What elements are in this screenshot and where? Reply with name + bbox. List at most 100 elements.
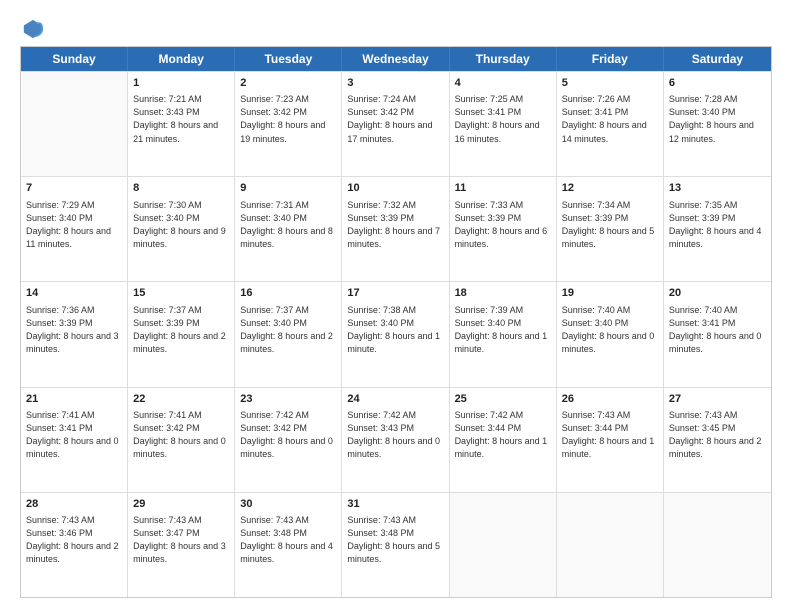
empty-cell	[664, 493, 771, 597]
empty-cell	[450, 493, 557, 597]
day-number: 19	[562, 286, 658, 301]
day-info: Sunrise: 7:24 AMSunset: 3:42 PMDaylight:…	[347, 93, 443, 145]
day-info: Sunrise: 7:43 AMSunset: 3:48 PMDaylight:…	[347, 514, 443, 566]
header-day-tuesday: Tuesday	[235, 47, 342, 71]
day-info: Sunrise: 7:42 AMSunset: 3:44 PMDaylight:…	[455, 409, 551, 461]
day-info: Sunrise: 7:36 AMSunset: 3:39 PMDaylight:…	[26, 304, 122, 356]
day-info: Sunrise: 7:31 AMSunset: 3:40 PMDaylight:…	[240, 199, 336, 251]
day-number: 31	[347, 497, 443, 512]
day-cell-31: 31 Sunrise: 7:43 AMSunset: 3:48 PMDayligh…	[342, 493, 449, 597]
day-info: Sunrise: 7:37 AMSunset: 3:40 PMDaylight:…	[240, 304, 336, 356]
calendar-row-3: 14 Sunrise: 7:36 AMSunset: 3:39 PMDayligh…	[21, 281, 771, 386]
day-number: 13	[669, 181, 766, 196]
day-cell-18: 18 Sunrise: 7:39 AMSunset: 3:40 PMDayligh…	[450, 282, 557, 386]
day-info: Sunrise: 7:21 AMSunset: 3:43 PMDaylight:…	[133, 93, 229, 145]
day-cell-3: 3 Sunrise: 7:24 AMSunset: 3:42 PMDaylight…	[342, 72, 449, 176]
day-cell-9: 9 Sunrise: 7:31 AMSunset: 3:40 PMDaylight…	[235, 177, 342, 281]
day-cell-5: 5 Sunrise: 7:26 AMSunset: 3:41 PMDaylight…	[557, 72, 664, 176]
day-cell-25: 25 Sunrise: 7:42 AMSunset: 3:44 PMDayligh…	[450, 388, 557, 492]
day-info: Sunrise: 7:43 AMSunset: 3:46 PMDaylight:…	[26, 514, 122, 566]
day-info: Sunrise: 7:23 AMSunset: 3:42 PMDaylight:…	[240, 93, 336, 145]
day-number: 12	[562, 181, 658, 196]
day-cell-21: 21 Sunrise: 7:41 AMSunset: 3:41 PMDayligh…	[21, 388, 128, 492]
calendar-row-1: 1Sunrise: 7:21 AMSunset: 3:43 PMDaylight…	[21, 71, 771, 176]
day-cell-27: 27 Sunrise: 7:43 AMSunset: 3:45 PMDayligh…	[664, 388, 771, 492]
header-day-friday: Friday	[557, 47, 664, 71]
day-cell-10: 10Sunrise: 7:32 AMSunset: 3:39 PMDayligh…	[342, 177, 449, 281]
day-info: Sunrise: 7:25 AMSunset: 3:41 PMDaylight:…	[455, 93, 551, 145]
header-day-wednesday: Wednesday	[342, 47, 449, 71]
header-day-thursday: Thursday	[450, 47, 557, 71]
day-info: Sunrise: 7:29 AMSunset: 3:40 PMDaylight:…	[26, 199, 122, 251]
day-info: Sunrise: 7:43 AMSunset: 3:48 PMDaylight:…	[240, 514, 336, 566]
day-cell-12: 12Sunrise: 7:34 AMSunset: 3:39 PMDayligh…	[557, 177, 664, 281]
day-info: Sunrise: 7:40 AMSunset: 3:40 PMDaylight:…	[562, 304, 658, 356]
day-number: 25	[455, 392, 551, 407]
day-number: 10	[347, 181, 443, 196]
calendar-row-5: 28 Sunrise: 7:43 AMSunset: 3:46 PMDayligh…	[21, 492, 771, 597]
day-cell-23: 23 Sunrise: 7:42 AMSunset: 3:42 PMDayligh…	[235, 388, 342, 492]
day-info: Sunrise: 7:39 AMSunset: 3:40 PMDaylight:…	[455, 304, 551, 356]
day-number: 6	[669, 76, 766, 91]
day-info: Sunrise: 7:42 AMSunset: 3:43 PMDaylight:…	[347, 409, 443, 461]
empty-cell	[21, 72, 128, 176]
day-info: Sunrise: 7:43 AMSunset: 3:47 PMDaylight:…	[133, 514, 229, 566]
header-day-monday: Monday	[128, 47, 235, 71]
day-number: 14	[26, 286, 122, 301]
day-cell-24: 24 Sunrise: 7:42 AMSunset: 3:43 PMDayligh…	[342, 388, 449, 492]
day-number: 18	[455, 286, 551, 301]
day-number: 27	[669, 392, 766, 407]
calendar: SundayMondayTuesdayWednesdayThursdayFrid…	[20, 46, 772, 598]
calendar-header: SundayMondayTuesdayWednesdayThursdayFrid…	[21, 47, 771, 71]
day-info: Sunrise: 7:41 AMSunset: 3:42 PMDaylight:…	[133, 409, 229, 461]
day-info: Sunrise: 7:40 AMSunset: 3:41 PMDaylight:…	[669, 304, 766, 356]
day-number: 16	[240, 286, 336, 301]
day-info: Sunrise: 7:37 AMSunset: 3:39 PMDaylight:…	[133, 304, 229, 356]
day-number: 3	[347, 76, 443, 91]
day-info: Sunrise: 7:43 AMSunset: 3:44 PMDaylight:…	[562, 409, 658, 461]
day-info: Sunrise: 7:35 AMSunset: 3:39 PMDaylight:…	[669, 199, 766, 251]
day-number: 11	[455, 181, 551, 196]
day-info: Sunrise: 7:28 AMSunset: 3:40 PMDaylight:…	[669, 93, 766, 145]
day-cell-2: 2 Sunrise: 7:23 AMSunset: 3:42 PMDaylight…	[235, 72, 342, 176]
day-cell-30: 30 Sunrise: 7:43 AMSunset: 3:48 PMDayligh…	[235, 493, 342, 597]
day-info: Sunrise: 7:30 AMSunset: 3:40 PMDaylight:…	[133, 199, 229, 251]
day-number: 30	[240, 497, 336, 512]
day-cell-13: 13 Sunrise: 7:35 AMSunset: 3:39 PMDayligh…	[664, 177, 771, 281]
page-header	[20, 18, 772, 36]
day-number: 5	[562, 76, 658, 91]
calendar-row-4: 21 Sunrise: 7:41 AMSunset: 3:41 PMDayligh…	[21, 387, 771, 492]
day-cell-15: 15 Sunrise: 7:37 AMSunset: 3:39 PMDayligh…	[128, 282, 235, 386]
day-number: 7	[26, 181, 122, 196]
day-info: Sunrise: 7:42 AMSunset: 3:42 PMDaylight:…	[240, 409, 336, 461]
day-number: 2	[240, 76, 336, 91]
day-number: 26	[562, 392, 658, 407]
day-cell-14: 14 Sunrise: 7:36 AMSunset: 3:39 PMDayligh…	[21, 282, 128, 386]
day-info: Sunrise: 7:26 AMSunset: 3:41 PMDaylight:…	[562, 93, 658, 145]
calendar-row-2: 7 Sunrise: 7:29 AMSunset: 3:40 PMDaylight…	[21, 176, 771, 281]
empty-cell	[557, 493, 664, 597]
day-number: 28	[26, 497, 122, 512]
day-number: 15	[133, 286, 229, 301]
day-number: 4	[455, 76, 551, 91]
day-cell-22: 22 Sunrise: 7:41 AMSunset: 3:42 PMDayligh…	[128, 388, 235, 492]
day-cell-7: 7 Sunrise: 7:29 AMSunset: 3:40 PMDaylight…	[21, 177, 128, 281]
day-number: 22	[133, 392, 229, 407]
day-cell-20: 20Sunrise: 7:40 AMSunset: 3:41 PMDayligh…	[664, 282, 771, 386]
day-number: 21	[26, 392, 122, 407]
day-info: Sunrise: 7:33 AMSunset: 3:39 PMDaylight:…	[455, 199, 551, 251]
day-number: 9	[240, 181, 336, 196]
day-cell-29: 29 Sunrise: 7:43 AMSunset: 3:47 PMDayligh…	[128, 493, 235, 597]
day-number: 29	[133, 497, 229, 512]
day-info: Sunrise: 7:41 AMSunset: 3:41 PMDaylight:…	[26, 409, 122, 461]
day-info: Sunrise: 7:43 AMSunset: 3:45 PMDaylight:…	[669, 409, 766, 461]
logo-icon	[22, 18, 44, 40]
day-cell-8: 8 Sunrise: 7:30 AMSunset: 3:40 PMDaylight…	[128, 177, 235, 281]
day-cell-17: 17Sunrise: 7:38 AMSunset: 3:40 PMDayligh…	[342, 282, 449, 386]
day-number: 8	[133, 181, 229, 196]
header-day-sunday: Sunday	[21, 47, 128, 71]
day-number: 23	[240, 392, 336, 407]
day-number: 24	[347, 392, 443, 407]
day-number: 17	[347, 286, 443, 301]
header-day-saturday: Saturday	[664, 47, 771, 71]
